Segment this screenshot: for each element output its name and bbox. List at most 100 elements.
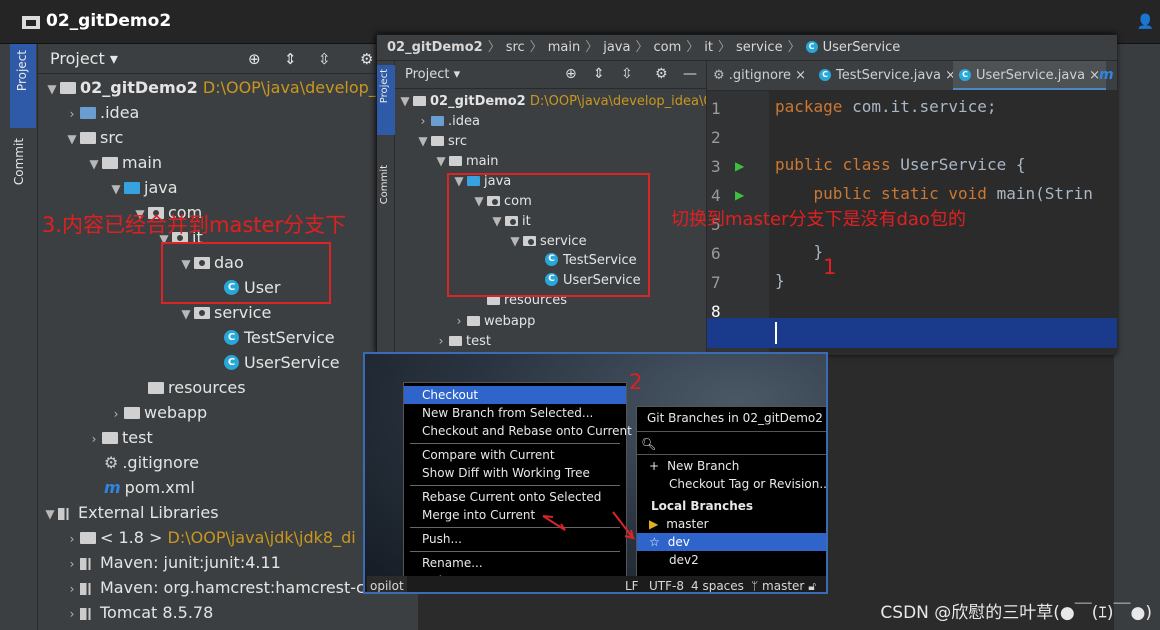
overlay-ide-window: 02_gitDemo2 〉 src 〉 main 〉 java 〉 com 〉 it 〉 service… xyxy=(376,34,1117,355)
status-encoding[interactable]: UTF-8 xyxy=(649,576,684,592)
tree-item-userservice[interactable]: C UserService xyxy=(224,351,340,375)
project-dropdown[interactable]: Project ▾ xyxy=(50,49,118,68)
line-number: 1 xyxy=(711,99,721,118)
branch-item-dev2[interactable]: dev2 xyxy=(637,551,826,569)
plus-icon: + xyxy=(649,459,660,473)
tab-testservice[interactable]: C TestService.java × xyxy=(813,61,962,90)
menu-item-new-branch-from-selected[interactable]: New Branch from Selected... xyxy=(404,404,626,422)
branch-search-input[interactable]: 🔍︎ xyxy=(637,435,826,453)
new-branch-item[interactable]: + New Branch xyxy=(637,457,826,475)
tree-item-junit[interactable]: › Maven: junit:junit:4.11 xyxy=(64,551,281,575)
status-line-separator[interactable]: LF xyxy=(625,576,639,592)
overlay-tree-root[interactable]: ▼ 02_gitDemo2 D:\OOP\java\develop_idea\0 xyxy=(397,91,706,111)
user-icon[interactable]: 👤 xyxy=(1137,14,1154,30)
menu-item-show-diff[interactable]: Show Diff with Working Tree xyxy=(404,464,626,482)
background-desktop xyxy=(1114,44,1160,630)
breadcrumb-service[interactable]: service xyxy=(736,40,783,55)
branch-item-dev[interactable]: ☆ dev xyxy=(637,533,826,551)
overlay-expand-icon[interactable]: ⇕ xyxy=(593,66,605,82)
tree-item-java[interactable]: ▼ java xyxy=(108,176,177,200)
tab-pom-icon[interactable]: m xyxy=(1099,67,1114,83)
tool-window-strip xyxy=(0,44,38,630)
search-icon: 🔍︎ xyxy=(641,437,657,451)
current-line-highlight xyxy=(707,318,1117,348)
tree-item-webapp[interactable]: › webapp xyxy=(108,401,208,425)
overlay-strip-commit-label[interactable]: Commit xyxy=(379,165,390,204)
breadcrumb-java[interactable]: java xyxy=(603,40,630,55)
breadcrumb-it[interactable]: it xyxy=(704,40,713,55)
overlay-collapse-icon[interactable]: ⇳ xyxy=(621,66,633,82)
local-branches-header: Local Branches xyxy=(651,499,754,513)
breadcrumb-userservice[interactable]: UserService xyxy=(823,40,901,55)
locate-icon[interactable]: ⊕ xyxy=(248,50,261,68)
menu-item-compare-with-current[interactable]: Compare with Current xyxy=(404,446,626,464)
tree-item-testservice[interactable]: C TestService xyxy=(224,326,335,350)
status-branch[interactable]: ᛘ master 🔓︎ xyxy=(751,576,816,593)
watermark: CSDN @欣慰的三叶草(●￣(ｴ)￣●) xyxy=(880,603,1152,623)
menu-item-checkout[interactable]: Checkout xyxy=(404,386,626,404)
line-number: 4 xyxy=(711,186,721,205)
git-branches-panel: Git Branches in 02_gitDemo2 🔍︎ + New Bran… xyxy=(636,406,826,592)
overlay-strip-project-tab[interactable]: Project xyxy=(377,65,395,135)
overlay-project-header: Project ▾ ⊕ ⇕ ⇳ ⚙ — xyxy=(395,61,706,89)
strip-project-tab[interactable]: Project xyxy=(10,44,36,128)
tree-item-external-libraries[interactable]: ▼ External Libraries xyxy=(42,501,218,525)
tree-item-jdk[interactable]: › < 1.8 > D:\OOP\java\jdk\jdk8_di xyxy=(64,526,356,550)
tree-item-pom[interactable]: m pom.xml xyxy=(88,476,195,500)
breadcrumb-com[interactable]: com xyxy=(653,40,681,55)
tab-gitignore[interactable]: ⚙ .gitignore × xyxy=(707,61,812,90)
breadcrumb-main[interactable]: main xyxy=(548,40,580,55)
status-left: opilot xyxy=(367,576,407,592)
overlay-tree-webapp[interactable]: › webapp xyxy=(451,311,536,331)
project-panel: Project ▾ ⊕ ⇕ ⇳ ⚙ ▼ 02_gitDemo2 D:\OOP\ja… xyxy=(38,44,418,630)
breadcrumb-root[interactable]: 02_gitDemo2 xyxy=(387,40,483,55)
code-line-3: public class UserService { xyxy=(775,155,1026,174)
collapse-all-icon[interactable]: ⇳ xyxy=(318,50,331,68)
text-cursor xyxy=(775,322,777,344)
tag-icon: ▶ xyxy=(649,517,659,531)
tree-item-idea[interactable]: › .idea xyxy=(64,101,140,125)
overlay-tree-src[interactable]: ▼ src xyxy=(415,131,467,151)
tree-item-src[interactable]: ▼ src xyxy=(64,126,123,150)
overlay-project-dropdown[interactable]: Project ▾ xyxy=(405,67,460,82)
strip-commit-tab[interactable]: Commit xyxy=(12,138,26,189)
run-class-icon[interactable]: ▶ xyxy=(735,159,744,173)
menu-item-rename[interactable]: Rename... xyxy=(404,554,626,572)
tree-item-tomcat[interactable]: › Tomcat 8.5.78 xyxy=(64,601,214,625)
tab-userservice[interactable]: C UserService.java × xyxy=(953,61,1107,90)
tree-item-service[interactable]: ▼ service xyxy=(178,301,271,325)
tree-item-test[interactable]: › test xyxy=(86,426,153,450)
tree-root[interactable]: ▼ 02_gitDemo2 D:\OOP\java\develop_i xyxy=(44,76,381,100)
checkout-tag-item[interactable]: Checkout Tag or Revision... xyxy=(637,475,826,493)
breadcrumb-src[interactable]: src xyxy=(506,40,525,55)
lock-icon: 🔓︎ xyxy=(808,579,816,593)
tree-item-main[interactable]: ▼ main xyxy=(86,151,162,175)
overlay-minimize-icon[interactable]: — xyxy=(683,66,697,82)
code-line-6: } xyxy=(775,242,824,261)
annotation-number-2: 2 xyxy=(629,370,643,394)
annotation-no-dao: 切换到master分支下是没有dao包的 xyxy=(671,209,966,230)
code-line-1: package com.it.service; xyxy=(775,97,997,116)
tree-item-hamcrest[interactable]: › Maven: org.hamcrest:hamcrest-core xyxy=(64,576,391,600)
tree-item-gitignore[interactable]: ⚙ .gitignore xyxy=(88,451,199,475)
annotation-number-1: 1 xyxy=(823,255,837,279)
overlay-tree-main[interactable]: ▼ main xyxy=(433,151,498,171)
overlay-gear-icon[interactable]: ⚙ xyxy=(655,66,668,82)
run-main-icon[interactable]: ▶ xyxy=(735,188,744,202)
git-branches-popup: 2 Checkout New Branch from Selected... C… xyxy=(363,352,828,594)
expand-all-icon[interactable]: ⇕ xyxy=(284,50,297,68)
project-panel-header: Project ▾ ⊕ ⇕ ⇳ ⚙ xyxy=(38,44,418,74)
menu-item-checkout-and-rebase[interactable]: Checkout and Rebase onto Current xyxy=(404,422,632,440)
status-indent[interactable]: 4 spaces xyxy=(691,576,744,592)
branch-item-master[interactable]: ▶ master xyxy=(637,515,826,533)
code-line-7: } xyxy=(775,271,785,290)
menu-separator xyxy=(410,443,620,444)
overlay-tree-idea[interactable]: › .idea xyxy=(415,111,480,131)
overlay-locate-icon[interactable]: ⊕ xyxy=(565,66,577,82)
annotation-merged: 3.内容已经合并到master分支下 xyxy=(42,213,347,237)
line-number: 2 xyxy=(711,128,721,147)
overlay-tree-test[interactable]: › test xyxy=(433,331,491,351)
status-bar: opilot LF UTF-8 4 spaces ᛘ master 🔓︎ xyxy=(365,576,826,593)
tree-item-resources[interactable]: resources xyxy=(132,376,246,400)
gear-icon[interactable]: ⚙ xyxy=(360,50,373,68)
